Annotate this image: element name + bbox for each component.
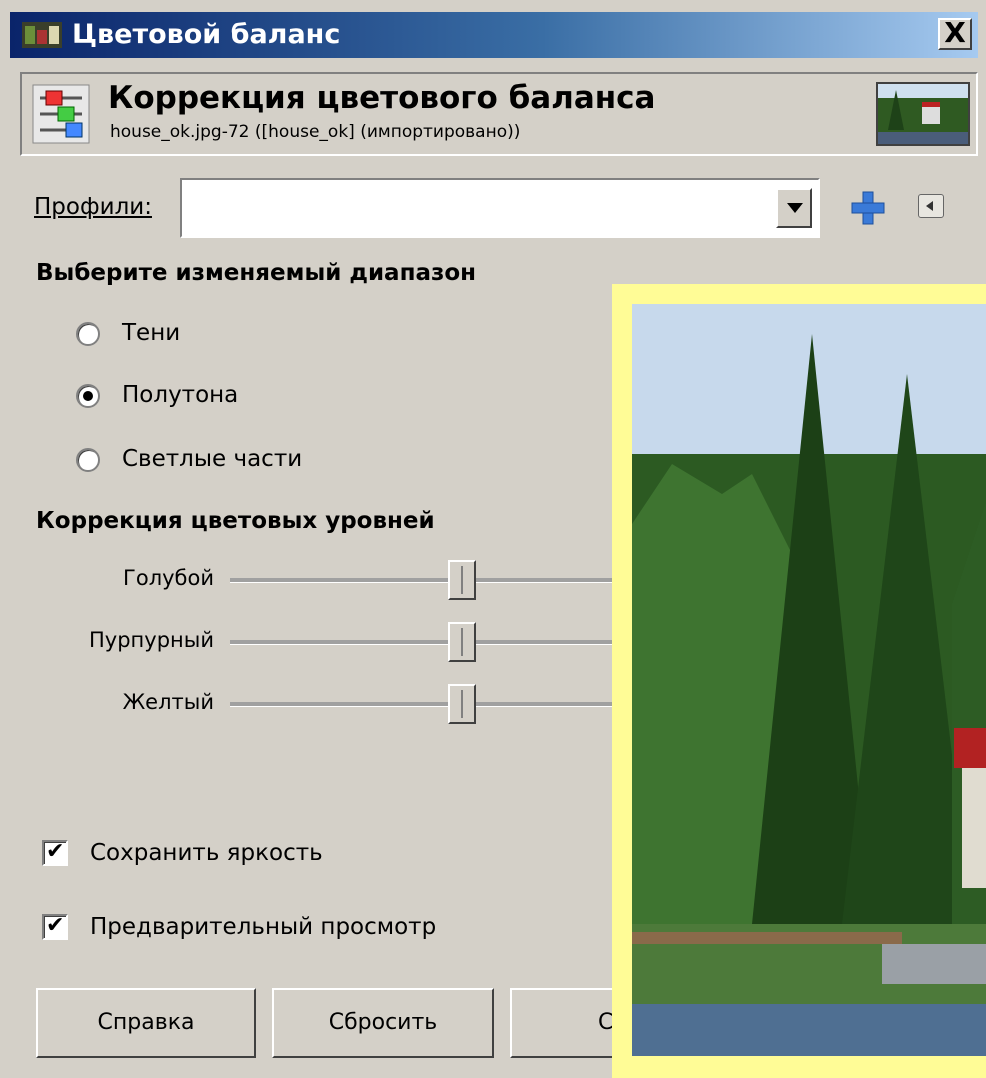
title-bar[interactable]: Цветовой баланс X	[10, 12, 978, 58]
color-balance-icon	[32, 84, 90, 144]
window-title: Цветовой баланс	[72, 19, 341, 50]
preview-popup	[612, 284, 986, 1078]
cyan-slider-handle[interactable]	[448, 560, 476, 600]
cyan-slider-track[interactable]	[230, 578, 630, 583]
radio-shadows[interactable]	[76, 322, 100, 346]
radio-shadows-label[interactable]: Тени	[122, 320, 180, 346]
plus-icon[interactable]	[850, 190, 886, 226]
preview-checkbox[interactable]	[42, 913, 68, 940]
close-button[interactable]: X	[938, 18, 972, 50]
yellow-slider-track[interactable]	[230, 702, 630, 707]
preserve-luminosity-checkbox[interactable]	[42, 839, 68, 866]
app-icon	[22, 22, 62, 48]
magenta-slider-handle[interactable]	[448, 622, 476, 662]
preserve-luminosity-label[interactable]: Сохранить яркость	[90, 840, 323, 866]
preview-label[interactable]: Предварительный просмотр	[90, 914, 436, 940]
reset-button[interactable]: Сбросить	[272, 988, 494, 1058]
color-balance-dialog: Цветовой баланс X Коррекция цветового ба…	[0, 0, 986, 1078]
image-thumbnail	[876, 82, 970, 146]
radio-highlights-label[interactable]: Светлые части	[122, 446, 302, 472]
yellow-slider-handle[interactable]	[448, 684, 476, 724]
profiles-label-text: Профили:	[34, 194, 152, 220]
levels-heading: Коррекция цветовых уровней	[36, 508, 435, 534]
profiles-combobox[interactable]	[180, 178, 820, 238]
magenta-slider-track[interactable]	[230, 640, 630, 645]
radio-highlights[interactable]	[76, 448, 100, 472]
radio-midtones[interactable]	[76, 384, 100, 408]
menu-arrow-icon[interactable]	[918, 194, 944, 218]
help-button[interactable]: Справка	[36, 988, 256, 1058]
range-heading: Выберите изменяемый диапазон	[36, 260, 477, 286]
image-subtitle: house_ok.jpg-72 ([house_ok] (импортирова…	[110, 122, 521, 142]
profiles-label: Профили:	[34, 194, 152, 220]
dialog-header: Коррекция цветового баланса house_ok.jpg…	[20, 72, 978, 156]
chevron-down-icon[interactable]	[776, 188, 812, 228]
radio-midtones-label[interactable]: Полутона	[122, 382, 238, 408]
magenta-label: Пурпурный	[89, 628, 214, 652]
preview-image	[632, 304, 986, 1056]
dialog-heading: Коррекция цветового баланса	[108, 80, 656, 116]
cyan-label: Голубой	[123, 566, 214, 590]
yellow-label: Желтый	[122, 690, 214, 714]
